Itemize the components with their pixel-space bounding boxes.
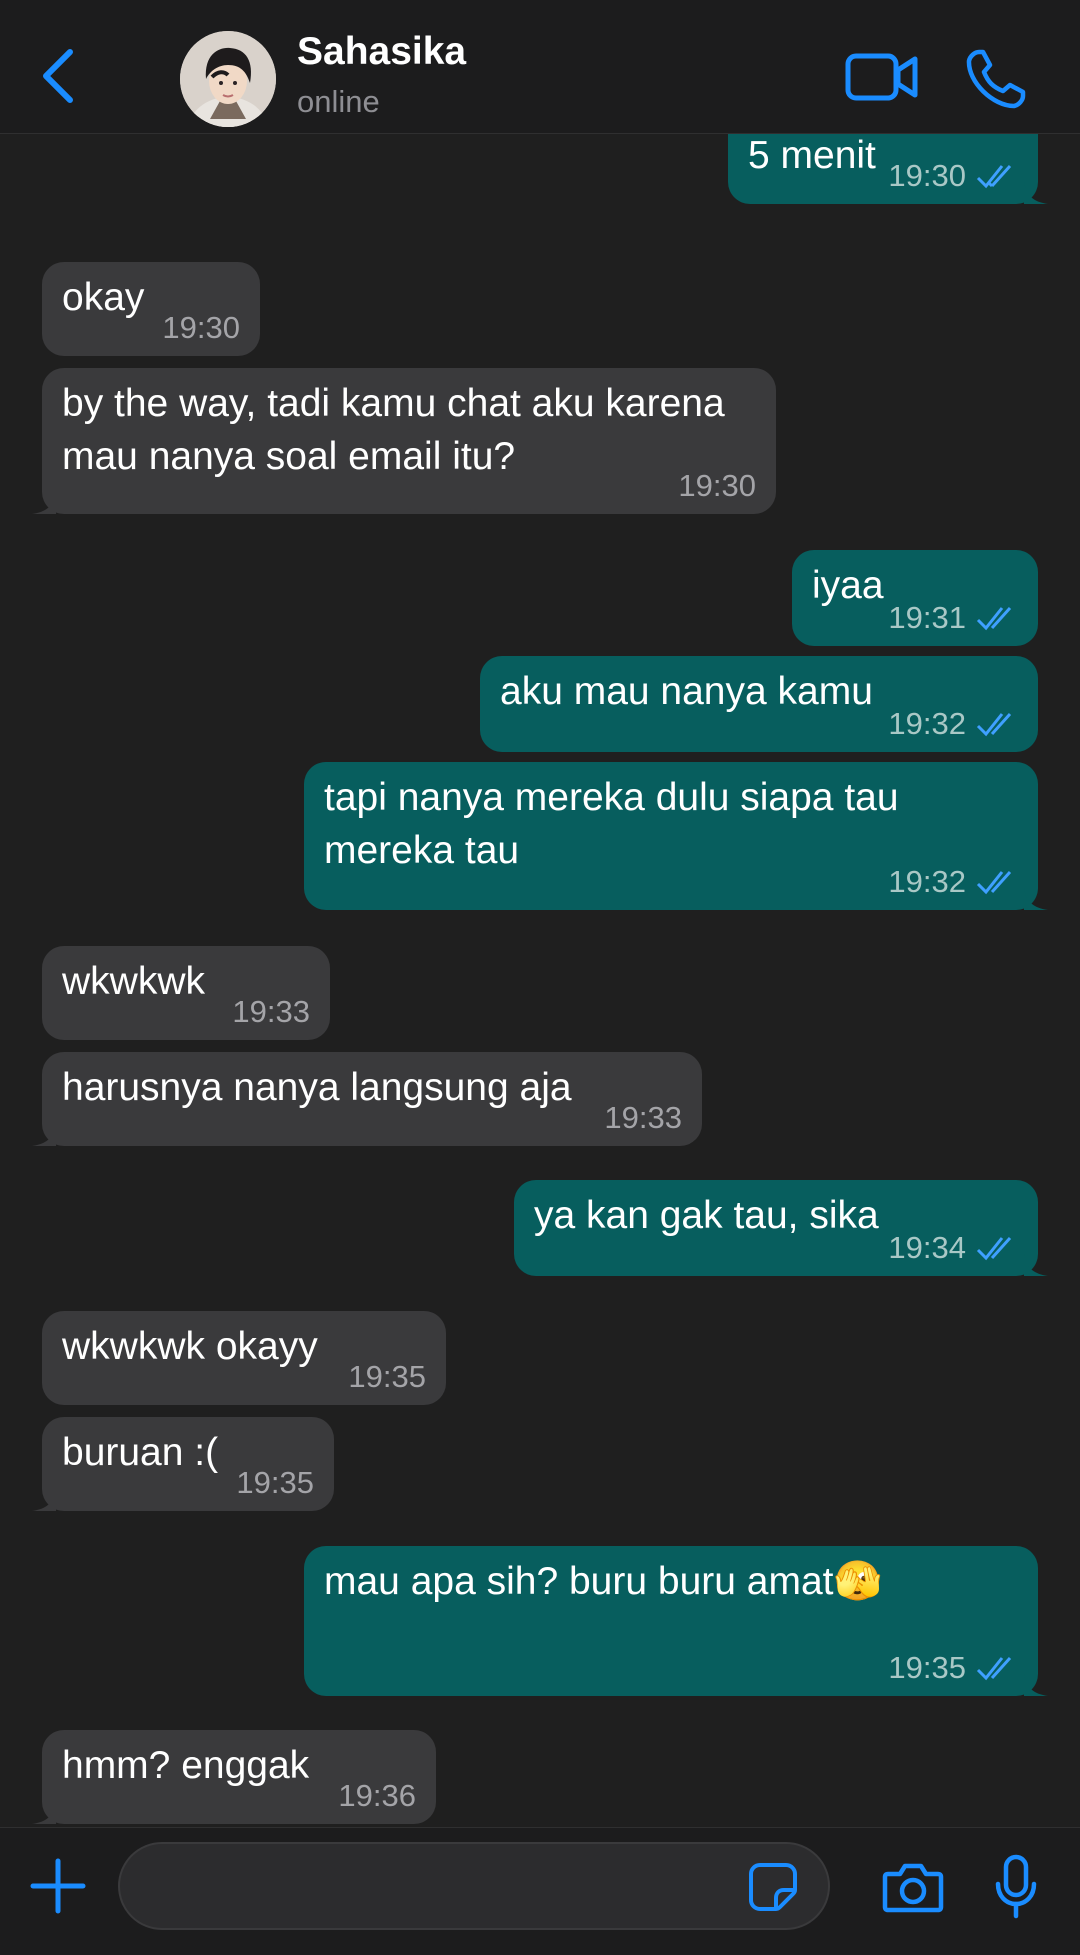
message-time: 19:30 [678, 468, 756, 503]
camera-button[interactable] [882, 1860, 944, 1914]
message-meta: 19:35 [888, 1650, 1018, 1686]
read-receipt-icon [976, 1656, 1012, 1681]
message-time: 19:32 [888, 706, 966, 741]
message-time: 19:33 [604, 1100, 682, 1135]
message-meta: 19:36 [338, 1778, 416, 1814]
message-meta: 19:30 [888, 158, 1018, 194]
message-time: 19:33 [232, 994, 310, 1029]
message-text: by the way, tadi kamu chat aku karena ma… [62, 382, 736, 478]
message-time: 19:35 [888, 1650, 966, 1685]
chat-header: Sahasika online [0, 0, 1080, 134]
avatar-image [180, 31, 276, 127]
message-meta: 19:32 [888, 706, 1018, 742]
chevron-left-icon [43, 49, 73, 103]
message-meta: 19:33 [604, 1100, 682, 1136]
bubble-tail [32, 1802, 56, 1824]
message-text: tapi nanya mereka dulu siapa tau mereka … [324, 776, 910, 872]
message-time: 19:36 [338, 1778, 416, 1813]
message-bubble-incoming[interactable]: okay 19:30 [42, 262, 260, 356]
message-bubble-outgoing[interactable]: mau apa sih? buru buru amat🫣 19:35 [304, 1546, 1048, 1696]
bubble-tail [32, 492, 56, 514]
message-bubble-incoming[interactable]: wkwkwk okayy 19:35 [42, 1311, 446, 1405]
bubble-tail [1024, 1674, 1048, 1696]
message-meta: 19:35 [236, 1465, 314, 1501]
read-receipt-icon [976, 1236, 1012, 1261]
message-bubble-incoming[interactable]: harusnya nanya langsung aja 19:33 [32, 1052, 702, 1146]
message-text: harusnya nanya langsung aja [62, 1066, 572, 1109]
message-meta: 19:30 [678, 468, 756, 504]
message-text: 5 menit [748, 134, 876, 177]
read-receipt-icon [976, 870, 1012, 895]
message-time: 19:35 [348, 1359, 426, 1394]
contact-name[interactable]: Sahasika [297, 30, 466, 74]
bubble-tail [1024, 888, 1048, 910]
video-call-button[interactable] [845, 52, 919, 102]
read-receipt-icon [976, 712, 1012, 737]
video-camera-icon [845, 53, 918, 101]
message-bubble-incoming[interactable]: wkwkwk 19:33 [42, 946, 330, 1040]
message-meta: 19:35 [348, 1359, 426, 1395]
plus-icon [30, 1858, 86, 1914]
microphone-button[interactable] [994, 1854, 1038, 1920]
voice-call-button[interactable] [965, 48, 1027, 110]
message-bubble-outgoing[interactable]: tapi nanya mereka dulu siapa tau mereka … [304, 762, 1048, 910]
back-button[interactable] [38, 44, 82, 108]
sticker-icon [749, 1863, 797, 1911]
message-time: 19:35 [236, 1465, 314, 1500]
message-bubble-outgoing[interactable]: iyaa 19:31 [792, 550, 1038, 646]
message-text: mau apa sih? buru buru amat🫣 [324, 1560, 883, 1603]
message-text: wkwkwk [62, 960, 205, 1003]
microphone-icon [995, 1854, 1037, 1919]
bubble-tail [1024, 182, 1048, 204]
message-list[interactable]: 5 menit 19:30 okay 19:30 by the way, tad… [0, 134, 1080, 1827]
message-bubble-outgoing[interactable]: ya kan gak tau, sika 19:34 [514, 1180, 1048, 1276]
message-text: buruan :( [62, 1431, 219, 1474]
message-meta: 19:31 [888, 600, 1018, 636]
phone-icon [966, 49, 1026, 109]
message-meta: 19:32 [888, 864, 1018, 900]
sticker-button[interactable] [748, 1862, 798, 1912]
message-meta: 19:33 [232, 994, 310, 1030]
message-time: 19:31 [888, 600, 966, 635]
message-text: iyaa [812, 564, 884, 607]
message-text: aku mau nanya kamu [500, 670, 873, 713]
read-receipt-icon [976, 606, 1012, 631]
message-meta: 19:30 [162, 310, 240, 346]
message-text: okay [62, 276, 145, 319]
message-time: 19:30 [162, 310, 240, 345]
message-bubble-outgoing[interactable]: 5 menit 19:30 [728, 134, 1048, 204]
bubble-tail [1024, 1254, 1048, 1276]
attach-button[interactable] [30, 1858, 86, 1914]
message-text: ya kan gak tau, sika [534, 1194, 879, 1237]
message-time: 19:34 [888, 1230, 966, 1265]
message-meta: 19:34 [888, 1230, 1018, 1266]
bubble-tail [32, 1489, 56, 1511]
camera-icon [882, 1863, 944, 1913]
message-time: 19:30 [888, 158, 966, 193]
message-bubble-incoming[interactable]: hmm? enggak 19:36 [32, 1730, 436, 1824]
message-text: wkwkwk okayy [62, 1325, 318, 1368]
contact-status: online [297, 84, 380, 119]
message-bubble-incoming[interactable]: by the way, tadi kamu chat aku karena ma… [32, 368, 776, 514]
contact-avatar[interactable] [180, 31, 276, 127]
bubble-tail [32, 1124, 56, 1146]
message-input-bar [0, 1827, 1080, 1955]
message-time: 19:32 [888, 864, 966, 899]
message-text: hmm? enggak [62, 1744, 310, 1787]
message-bubble-incoming[interactable]: buruan :( 19:35 [32, 1417, 334, 1511]
message-input[interactable] [118, 1842, 830, 1930]
message-bubble-outgoing[interactable]: aku mau nanya kamu 19:32 [480, 656, 1038, 752]
read-receipt-icon [976, 164, 1012, 189]
